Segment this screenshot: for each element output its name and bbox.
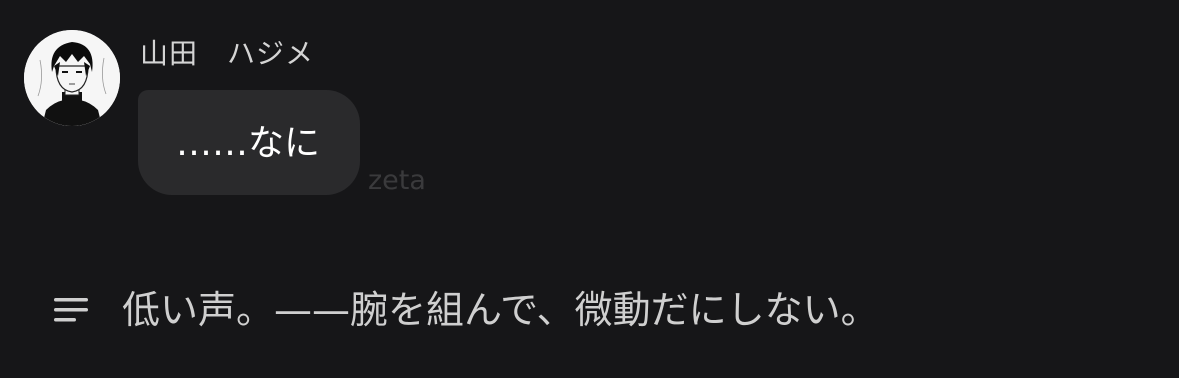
character-avatar-icon[interactable] — [24, 30, 120, 126]
message-bubble[interactable]: ……なに — [138, 90, 360, 195]
avatar-illustration — [24, 30, 120, 126]
watermark-label: zeta — [368, 165, 426, 196]
message-text: ……なに — [176, 123, 321, 164]
sender-name: 山田 ハジメ — [140, 37, 315, 70]
narration-row: 低い声。——腕を組んで、微動だにしない。 — [50, 282, 879, 338]
narration-text: 低い声。——腕を組んで、微動だにしない。 — [122, 288, 879, 332]
lines-menu-icon — [54, 298, 88, 322]
